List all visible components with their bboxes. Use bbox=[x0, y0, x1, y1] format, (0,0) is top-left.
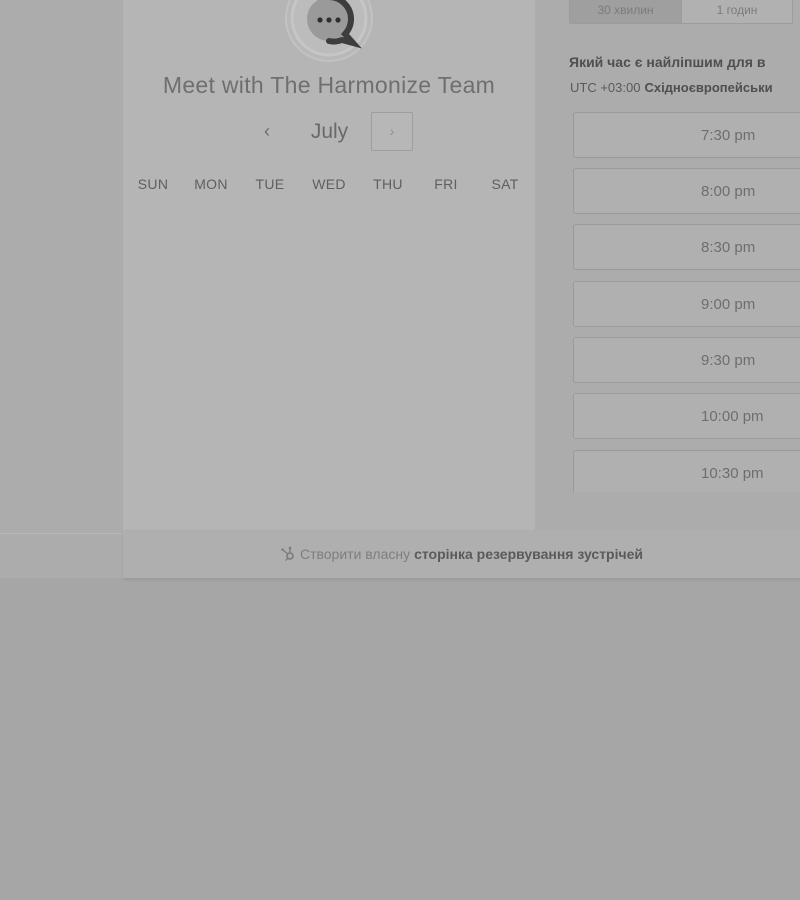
time-slot[interactable]: 9:00 pm bbox=[573, 281, 800, 327]
meeting-title: Meet with The Harmonize Team bbox=[162, 72, 496, 98]
weekday-tue: TUE bbox=[255, 176, 285, 192]
month-label: July bbox=[310, 120, 349, 143]
footer-link[interactable]: сторінка резервування зустрічей bbox=[414, 546, 643, 562]
duration-selector: 30 хвилин 1 годин bbox=[569, 0, 793, 24]
time-slot[interactable]: 8:30 pm bbox=[573, 224, 800, 270]
time-slot-list[interactable]: 7:30 pm 8:00 pm 8:30 pm 9:00 pm 9:30 pm … bbox=[573, 112, 800, 492]
footer-banner: Створити власну сторінка резервування зу… bbox=[123, 530, 800, 578]
next-month-button[interactable]: › bbox=[371, 112, 413, 151]
footer-text: Створити власну bbox=[299, 546, 411, 562]
chat-avatar-icon bbox=[287, 0, 371, 60]
weekday-sat: SAT bbox=[491, 176, 519, 192]
weekday-wed: WED bbox=[312, 176, 346, 192]
time-slot[interactable]: 8:00 pm bbox=[573, 168, 800, 214]
weekday-mon: MON bbox=[194, 176, 228, 192]
time-slot[interactable]: 10:00 pm bbox=[573, 393, 800, 439]
timezone-selector[interactable]: UTC +03:00 Східноєвропейськи bbox=[570, 80, 773, 95]
hubspot-sprocket-icon bbox=[280, 546, 296, 562]
time-slot[interactable]: 7:30 pm bbox=[573, 112, 800, 158]
month-navigation: ‹ July › bbox=[123, 112, 535, 152]
weekday-thu: THU bbox=[373, 176, 403, 192]
chevron-left-icon: ‹ bbox=[264, 121, 270, 141]
duration-tab-1hour[interactable]: 1 годин bbox=[682, 0, 792, 23]
timezone-offset: UTC +03:00 bbox=[570, 80, 641, 95]
timezone-name: Східноєвропейськи bbox=[644, 80, 773, 95]
weekday-header: SUN MON TUE WED THU FRI SAT bbox=[123, 176, 535, 196]
weekday-sun: SUN bbox=[137, 176, 169, 192]
duration-tab-30min[interactable]: 30 хвилин bbox=[570, 0, 682, 23]
time-slot[interactable]: 10:30 pm bbox=[573, 450, 800, 492]
time-slot[interactable]: 9:30 pm bbox=[573, 337, 800, 383]
previous-month-button[interactable]: ‹ bbox=[257, 112, 277, 150]
time-question-heading: Який час є найліпшим для в bbox=[569, 54, 766, 70]
chevron-right-icon: › bbox=[389, 123, 395, 139]
weekday-fri: FRI bbox=[434, 176, 458, 192]
